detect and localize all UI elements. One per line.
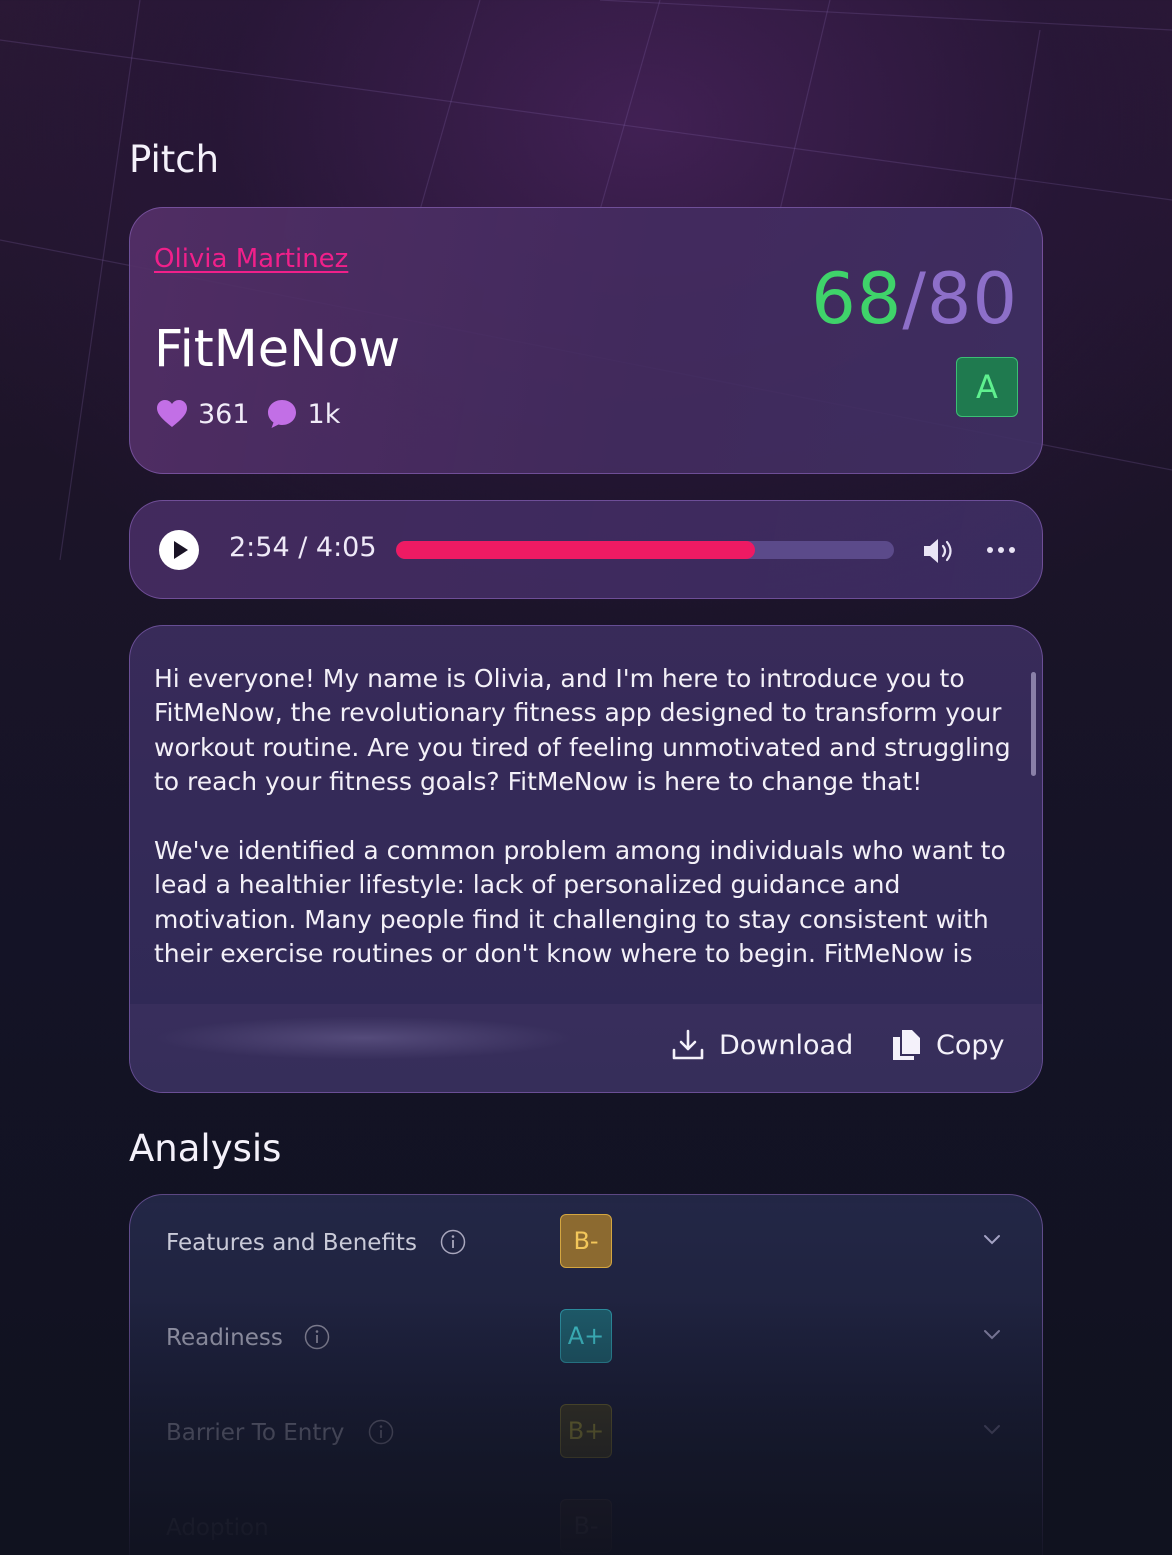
info-icon[interactable] — [440, 1229, 466, 1255]
grade-badge: B- — [560, 1214, 612, 1268]
analysis-row-label: Features and Benefits — [166, 1230, 417, 1256]
analysis-row-label: Readiness — [166, 1325, 283, 1351]
analysis-card: Features and Benefits B- Readiness A+ Ba… — [129, 1194, 1043, 1555]
heart-icon[interactable] — [156, 399, 188, 429]
more-options-icon[interactable] — [986, 545, 1016, 555]
engagement-stats: 361 1k — [156, 398, 356, 430]
grade-badge: B+ — [560, 1404, 612, 1458]
copy-label: Copy — [936, 1029, 1005, 1061]
transcript-actions: Download Copy — [130, 1004, 1042, 1092]
comment-icon[interactable] — [266, 398, 298, 430]
download-label: Download — [719, 1029, 854, 1061]
score-separator: / — [902, 258, 927, 340]
overall-grade-badge: A — [956, 357, 1018, 417]
copy-button[interactable]: Copy — [890, 1028, 1005, 1062]
copy-icon — [893, 1030, 920, 1060]
likes-count: 361 — [198, 398, 250, 430]
transcript-paragraph: We've identified a common problem among … — [154, 836, 1006, 969]
progress-bar[interactable] — [396, 541, 894, 559]
analysis-row-barrier[interactable]: Barrier To Entry B+ — [130, 1385, 1042, 1480]
progress-fill — [396, 541, 755, 559]
playback-time: 2:54 / 4:05 — [229, 532, 377, 563]
analysis-row-adoption[interactable]: Adoption B- — [130, 1480, 1042, 1555]
download-icon — [672, 1029, 704, 1060]
chevron-down-icon[interactable] — [982, 1328, 1002, 1342]
audio-player: 2:54 / 4:05 — [129, 500, 1043, 599]
pitch-score: 68/80 — [811, 258, 1018, 340]
product-name: FitMeNow — [154, 320, 401, 379]
transcript-paragraph: Hi everyone! My name is Olivia, and I'm … — [154, 664, 1011, 796]
transcript-card: Hi everyone! My name is Olivia, and I'm … — [129, 625, 1043, 1093]
download-button[interactable]: Download — [671, 1028, 853, 1062]
analysis-row-features[interactable]: Features and Benefits B- — [130, 1195, 1042, 1290]
play-button[interactable] — [159, 530, 199, 570]
analysis-row-label: Barrier To Entry — [166, 1420, 345, 1446]
grade-badge: A+ — [560, 1309, 612, 1363]
chevron-down-icon[interactable] — [982, 1233, 1002, 1247]
transcript-text: Hi everyone! My name is Olivia, and I'm … — [154, 662, 1024, 1006]
analysis-section-title: Analysis — [129, 1127, 282, 1170]
footer-decoration — [154, 1016, 574, 1060]
pitch-section-title: Pitch — [129, 138, 220, 181]
analysis-row-readiness[interactable]: Readiness A+ — [130, 1290, 1042, 1385]
volume-icon[interactable] — [922, 536, 958, 566]
info-icon[interactable] — [304, 1324, 330, 1350]
pitch-card: Olivia Martinez FitMeNow 361 1k 68/80 A — [129, 207, 1043, 474]
score-max: 80 — [926, 258, 1018, 340]
analysis-row-label: Adoption — [166, 1515, 269, 1541]
grade-badge: B- — [560, 1499, 612, 1553]
score-value: 68 — [811, 258, 903, 340]
comments-count: 1k — [307, 398, 341, 430]
info-icon[interactable] — [368, 1419, 394, 1445]
author-link[interactable]: Olivia Martinez — [154, 244, 348, 274]
transcript-scrollbar[interactable] — [1031, 672, 1036, 776]
chevron-down-icon[interactable] — [982, 1423, 1002, 1437]
